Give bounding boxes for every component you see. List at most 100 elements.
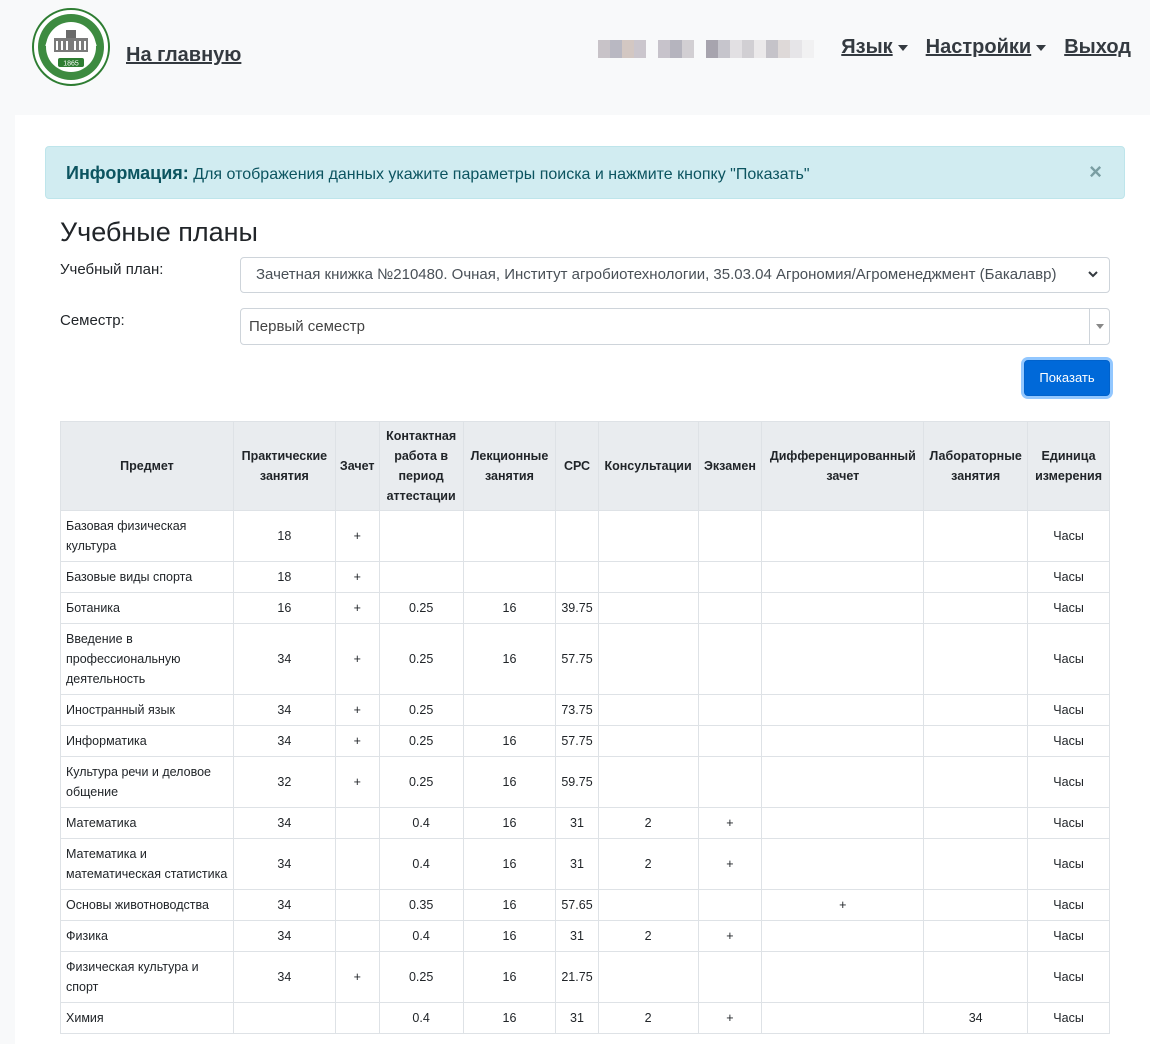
- table-row: Информатика 34 +0.25 16 57.75 Часы: [60, 725, 1110, 757]
- table-cell: 59.75: [555, 756, 599, 808]
- info-alert: Информация: Для отображения данных укажи…: [45, 146, 1125, 199]
- table-cell: [761, 951, 925, 1003]
- language-label: Язык: [841, 36, 893, 58]
- table-cell: [923, 592, 1029, 624]
- subject-cell: Введение в профессиональную деятельность: [60, 623, 234, 695]
- table-cell: 0.25: [378, 725, 464, 757]
- alert-message: Для отображения данных укажите параметры…: [193, 166, 810, 183]
- table-cell: 0.25: [378, 592, 464, 624]
- table-cell: +: [334, 756, 380, 808]
- table-cell: [697, 510, 763, 562]
- table-cell: 18: [232, 561, 336, 593]
- nav-right: Язык Настройки Выход: [841, 36, 1131, 59]
- table-row: Базовая физическая культура 18 + Часы: [60, 510, 1110, 562]
- table-cell: [923, 807, 1029, 839]
- caret-down-icon: [897, 44, 908, 51]
- table-cell: 39.75: [555, 592, 599, 624]
- table-cell: [597, 889, 699, 921]
- logo-year: 1865: [63, 61, 79, 68]
- table-cell: [761, 510, 925, 562]
- table-cell: [597, 725, 699, 757]
- semester-select[interactable]: Первый семестр: [240, 308, 1110, 345]
- semester-select-value: Первый семестр: [249, 318, 365, 335]
- subject-cell: Основы животноводства: [60, 889, 234, 921]
- table-cell: 34: [232, 623, 336, 695]
- column-header: Единица измерения: [1027, 421, 1110, 511]
- table-cell: 16: [462, 592, 557, 624]
- table-cell: Часы: [1027, 920, 1110, 952]
- table-cell: 0.25: [378, 694, 464, 726]
- subject-cell: Ботаника: [60, 592, 234, 624]
- table-cell: 34: [232, 951, 336, 1003]
- table-cell: 16: [462, 951, 557, 1003]
- table-row: Введение в профессиональную деятельность…: [60, 623, 1110, 695]
- column-header: Практические занятия: [232, 421, 336, 511]
- table-cell: Часы: [1027, 889, 1110, 921]
- table-cell: 31: [555, 838, 599, 890]
- table-cell: 0.4: [378, 920, 464, 952]
- table-cell: [761, 561, 925, 593]
- logout-link[interactable]: Выход: [1064, 36, 1131, 59]
- table-cell: +: [697, 1002, 763, 1034]
- table-cell: +: [334, 694, 380, 726]
- table-cell: [697, 623, 763, 695]
- navbar: 1865 На главную Язык Настройки Выход: [0, 0, 1150, 115]
- table-cell: [462, 510, 557, 562]
- show-button[interactable]: Показать: [1024, 360, 1110, 396]
- table-cell: [697, 592, 763, 624]
- table-cell: [334, 920, 380, 952]
- table-cell: 34: [923, 1002, 1029, 1034]
- table-cell: [697, 561, 763, 593]
- curriculum-table: Предмет Практические занятия Зачет Контактн…: [60, 421, 1110, 1034]
- table-cell: 31: [555, 807, 599, 839]
- table-cell: 16: [462, 838, 557, 890]
- subject-cell: Базовая физическая культура: [60, 510, 234, 562]
- table-cell: 57.75: [555, 725, 599, 757]
- table-cell: Часы: [1027, 807, 1110, 839]
- settings-menu[interactable]: Настройки: [926, 36, 1047, 59]
- table-cell: [697, 694, 763, 726]
- table-cell: Часы: [1027, 756, 1110, 808]
- table-cell: [334, 1002, 380, 1034]
- table-cell: [597, 756, 699, 808]
- subject-cell: Химия: [60, 1002, 234, 1034]
- table-cell: 34: [232, 838, 336, 890]
- table-cell: 34: [232, 694, 336, 726]
- table-cell: [697, 756, 763, 808]
- table-cell: [923, 694, 1029, 726]
- table-cell: 34: [232, 920, 336, 952]
- column-header: Контактная работа в период аттестации: [378, 421, 464, 511]
- close-icon[interactable]: ×: [1089, 159, 1102, 185]
- table-cell: 0.4: [378, 807, 464, 839]
- page-title: Учебные планы: [60, 217, 258, 247]
- table-cell: [462, 561, 557, 593]
- table-row: Математика и математическая статистика 34…: [60, 838, 1110, 890]
- table-row: Культура речи и деловое общение 32 +0.25 16…: [60, 756, 1110, 808]
- semester-label: Семестр:: [60, 312, 125, 329]
- column-header: Зачет: [334, 421, 380, 511]
- table-cell: 16: [462, 920, 557, 952]
- plan-select[interactable]: Зачетная книжка №210480. Очная, Институт…: [240, 257, 1110, 293]
- table-cell: Часы: [1027, 623, 1110, 695]
- language-menu[interactable]: Язык: [841, 36, 908, 59]
- table-row: Иностранный язык 34 +0.25 73.75 Часы: [60, 694, 1110, 726]
- table-cell: 2: [597, 1002, 699, 1034]
- table-cell: [597, 510, 699, 562]
- table-cell: 21.75: [555, 951, 599, 1003]
- plan-select-value: Зачетная книжка №210480. Очная, Институт…: [256, 266, 1057, 283]
- table-cell: 16: [462, 756, 557, 808]
- table-cell: +: [697, 838, 763, 890]
- home-link[interactable]: На главную: [126, 44, 241, 67]
- table-cell: +: [697, 920, 763, 952]
- table-cell: 16: [462, 889, 557, 921]
- table-cell: 57.75: [555, 623, 599, 695]
- table-cell: [761, 807, 925, 839]
- table-row: Базовые виды спорта 18 + Часы: [60, 561, 1110, 593]
- table-cell: +: [334, 725, 380, 757]
- table-cell: [697, 951, 763, 1003]
- table-cell: 16: [462, 623, 557, 695]
- table-cell: [923, 920, 1029, 952]
- table-cell: 0.25: [378, 951, 464, 1003]
- subject-cell: Информатика: [60, 725, 234, 757]
- university-logo[interactable]: 1865: [32, 8, 110, 86]
